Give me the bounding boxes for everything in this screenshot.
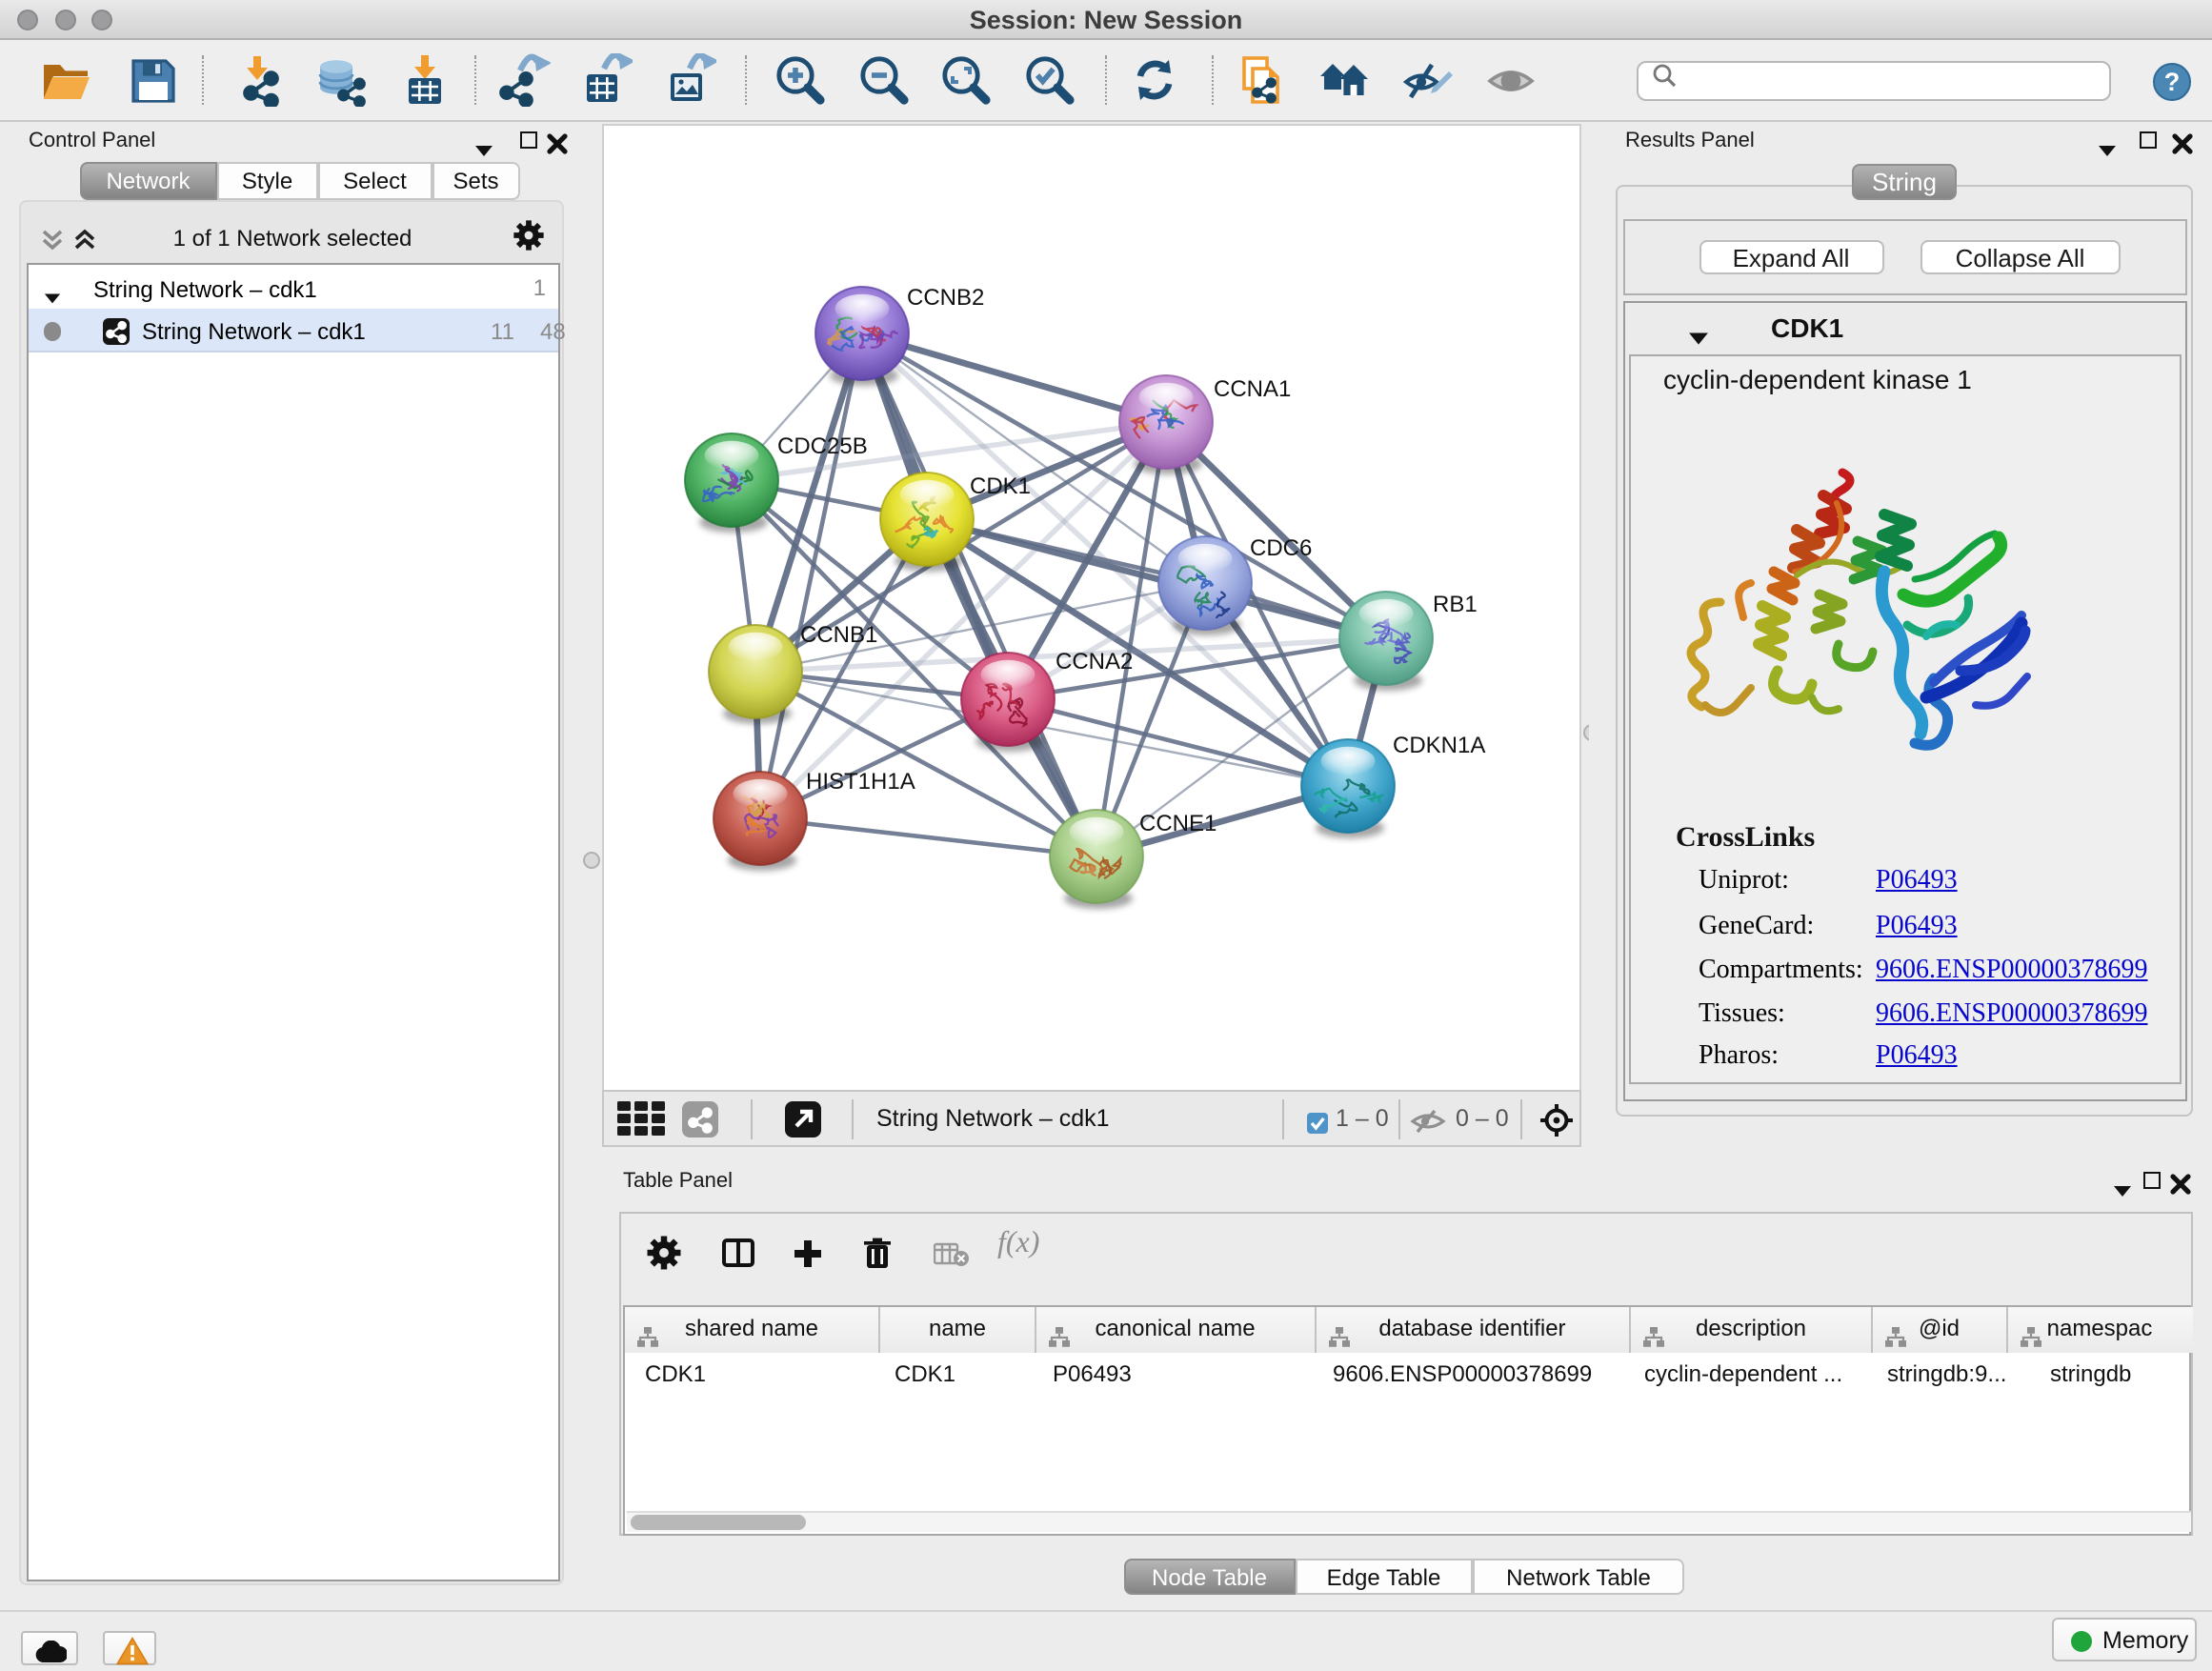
svg-text:RB1: RB1 — [1433, 592, 1478, 617]
svg-text:CDC6: CDC6 — [1250, 535, 1312, 561]
svg-text:CDKN1A: CDKN1A — [1393, 733, 1485, 758]
svg-text:CCNA1: CCNA1 — [1214, 376, 1291, 402]
svg-text:CDK1: CDK1 — [970, 473, 1031, 499]
svg-text:CDC25B: CDC25B — [777, 433, 868, 459]
svg-text:CCNB2: CCNB2 — [907, 285, 984, 311]
svg-text:CCNA2: CCNA2 — [1056, 649, 1133, 674]
svg-text:HIST1H1A: HIST1H1A — [806, 769, 915, 795]
svg-text:CCNB1: CCNB1 — [800, 622, 877, 648]
svg-text:?: ? — [2163, 67, 2180, 95]
svg-text:CCNE1: CCNE1 — [1139, 811, 1217, 836]
